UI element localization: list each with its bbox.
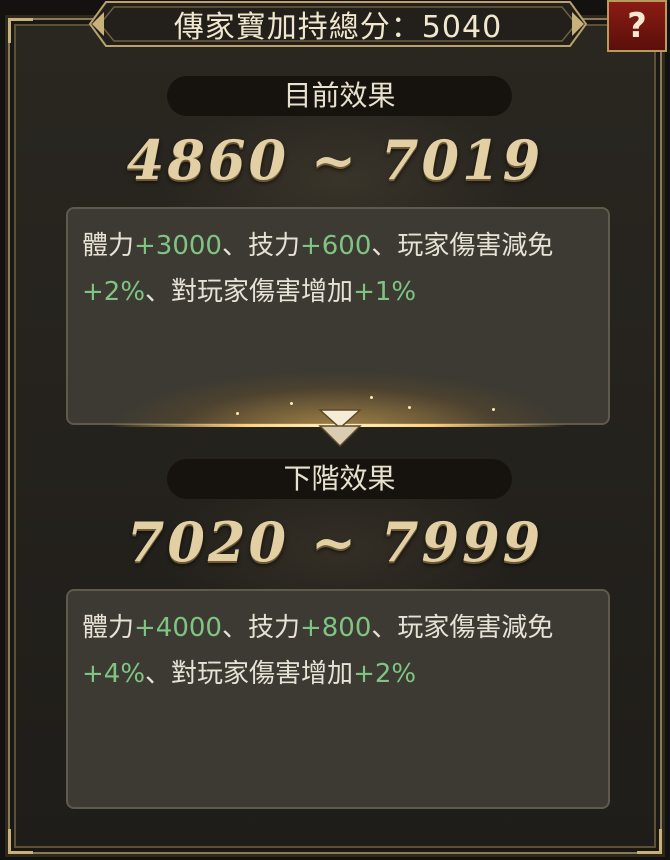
effect-stat-value: +600 bbox=[299, 231, 372, 261]
frame-corner bbox=[8, 18, 33, 43]
current-effect-label: 目前效果 bbox=[167, 76, 512, 116]
effect-stat-name: 、玩家傷害減免 bbox=[371, 231, 554, 261]
effect-stat-name: 、對玩家傷害增加 bbox=[145, 659, 354, 689]
question-mark-icon: ? bbox=[627, 6, 647, 46]
current-effect-box: 體力+3000、技力+600、玩家傷害減免 +2%、對玩家傷害增加+1% bbox=[66, 207, 610, 425]
sparkle bbox=[408, 406, 411, 409]
frame-corner bbox=[637, 829, 662, 854]
effect-stat-name: 、對玩家傷害增加 bbox=[145, 277, 354, 307]
effect-stat-value: +2% bbox=[353, 659, 417, 689]
effect-stat-name: 、技力 bbox=[221, 231, 300, 261]
effect-stat-name: 體力 bbox=[82, 613, 135, 643]
next-score-range: 7020 ~ 7999 bbox=[126, 510, 544, 574]
effect-stat-value: +1% bbox=[353, 277, 417, 307]
frame-corner bbox=[8, 829, 33, 854]
help-button[interactable]: ? bbox=[607, 0, 667, 52]
total-score-title: 傳家寶加持總分：5040 bbox=[173, 10, 503, 45]
next-effect-box: 體力+4000、技力+800、玩家傷害減免 +4%、對玩家傷害增加+2% bbox=[66, 589, 610, 809]
sparkle bbox=[492, 408, 495, 411]
down-arrow-icon bbox=[318, 409, 362, 448]
effect-stat-value: +4000 bbox=[134, 613, 222, 643]
effect-stat-value: +800 bbox=[299, 613, 372, 643]
current-score-range: 4860 ~ 7019 bbox=[126, 128, 544, 192]
effect-stat-name: 、玩家傷害減免 bbox=[371, 613, 554, 643]
sparkle bbox=[290, 402, 293, 405]
effect-stat-value: +2% bbox=[82, 277, 146, 307]
effect-stat-value: +3000 bbox=[134, 231, 222, 261]
sparkle bbox=[370, 396, 373, 399]
title-plate: 傳家寶加持總分：5040 bbox=[88, 0, 588, 48]
effect-stat-name: 、技力 bbox=[221, 613, 300, 643]
next-effect-label: 下階效果 bbox=[167, 459, 512, 499]
effect-stat-name: 體力 bbox=[82, 231, 135, 261]
sparkle bbox=[236, 412, 239, 415]
effect-stat-value: +4% bbox=[82, 659, 146, 689]
